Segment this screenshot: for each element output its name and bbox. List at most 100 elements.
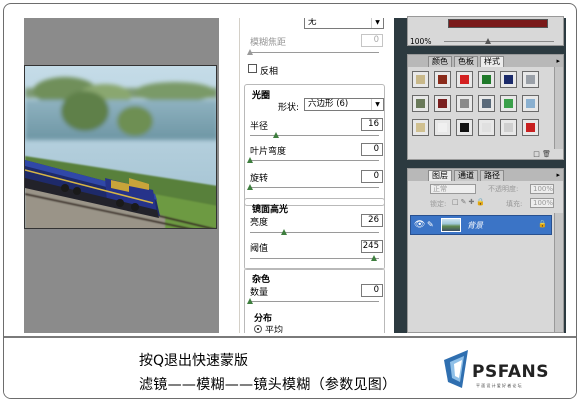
shape-select[interactable]: 六边形 (6) ▼ — [304, 98, 384, 111]
opacity-field[interactable]: 100% — [530, 184, 554, 194]
styles-tabbar: 颜色 色板 样式 ▸ — [408, 55, 563, 67]
swatch-color — [416, 123, 425, 132]
tab-channels[interactable]: 通道 — [454, 170, 478, 181]
new-style-icon[interactable]: □ — [533, 150, 540, 158]
radius-field[interactable]: 16 — [361, 118, 383, 131]
style-white-icon[interactable] — [434, 119, 451, 136]
rotation-slider[interactable] — [247, 184, 379, 190]
lock-pixels-icon[interactable]: ✎ — [461, 198, 469, 206]
style-crimson-icon[interactable] — [522, 119, 539, 136]
style-gray-icon[interactable] — [456, 95, 473, 112]
styles-scrollbar[interactable] — [554, 67, 563, 149]
radius-label: 半径 — [250, 122, 269, 132]
fill-field[interactable]: 100% — [530, 198, 554, 208]
threshold-label: 阈值 — [250, 244, 269, 254]
blade-curvature-field[interactable]: 0 — [361, 143, 383, 156]
layer-name[interactable]: 背景 — [467, 220, 483, 231]
swatch-color — [504, 75, 513, 84]
swatch-color — [460, 99, 469, 108]
uniform-radio[interactable] — [254, 325, 262, 333]
rotation-field[interactable]: 0 — [361, 170, 383, 183]
blade-curvature-thumb[interactable] — [247, 157, 253, 163]
style-pattern-icon[interactable] — [522, 71, 539, 88]
style-green-glow-icon[interactable] — [500, 95, 517, 112]
swatch-color — [416, 99, 425, 108]
brightness-field[interactable]: 26 — [361, 214, 383, 227]
psfans-logo: PSFANS 平面设计爱好者论坛 — [442, 348, 570, 396]
logo-text: PSFANS — [472, 362, 549, 382]
lock-all-icon[interactable]: 🔒 — [476, 198, 487, 206]
swatch-color — [438, 123, 447, 132]
brightness-slider[interactable] — [250, 229, 379, 235]
style-maroon-icon[interactable] — [434, 95, 451, 112]
style-outline-icon[interactable] — [478, 119, 495, 136]
swatch-color — [438, 75, 447, 84]
rotation-label: 旋转 — [250, 174, 269, 184]
amount-label: 数量 — [250, 288, 269, 298]
navigator-palette: 100% — [407, 16, 564, 46]
layer-row-background[interactable]: 👁 ✎ 背景 🔒 — [410, 215, 552, 235]
layers-palette: 图层 通道 路径 ▸ 正常 不透明度: 100% 锁定: □✎✚🔒 填充: 10… — [407, 168, 564, 333]
navigator-zoom-thumb[interactable] — [485, 38, 491, 44]
chevron-down-icon: ▼ — [371, 99, 383, 110]
right-palettes: 100% 颜色 色板 样式 ▸ □ 🗑 图层 通道 路径 ▸ 正常 不透明度: … — [404, 16, 566, 333]
swatch-color — [438, 99, 447, 108]
tab-swatches[interactable]: 色板 — [454, 56, 478, 67]
brightness-thumb[interactable] — [280, 229, 287, 235]
caption-line-1: 按Q退出快速蒙版 — [139, 353, 249, 369]
style-red-icon[interactable] — [434, 71, 451, 88]
blur-focal-slider[interactable] — [247, 49, 379, 55]
invert-checkbox[interactable] — [248, 64, 257, 73]
style-light-blue-icon[interactable] — [522, 95, 539, 112]
lock-icons: □✎✚🔒 — [452, 198, 487, 206]
style-blue-gray-icon[interactable] — [478, 95, 495, 112]
blur-focal-thumb[interactable] — [247, 49, 253, 55]
navigator-zoom-slider[interactable] — [444, 38, 554, 44]
tab-color[interactable]: 颜色 — [428, 56, 452, 67]
swatch-color — [504, 123, 513, 132]
lock-transparency-icon[interactable]: □ — [452, 198, 461, 206]
threshold-field[interactable]: 245 — [361, 240, 383, 253]
style-default-icon[interactable] — [412, 71, 429, 88]
style-black-icon[interactable] — [456, 119, 473, 136]
layers-scrollbar[interactable] — [554, 213, 563, 332]
threshold-thumb[interactable] — [370, 255, 377, 261]
swatch-color — [460, 123, 469, 132]
iris-source-select[interactable]: 无 ▼ — [304, 18, 384, 29]
blend-mode-select[interactable]: 正常 — [430, 184, 476, 194]
specular-title: 镜面高光 — [252, 205, 289, 215]
caption-area: 按Q退出快速蒙版 滤镜——模糊——镜头模糊（参数见图） PSFANS 平面设计爱… — [4, 336, 576, 398]
style-olive-icon[interactable] — [412, 95, 429, 112]
layer-thumbnail — [441, 218, 461, 232]
canvas-workarea — [24, 18, 219, 333]
style-green-icon[interactable] — [478, 71, 495, 88]
navigator-zoom[interactable]: 100% — [410, 37, 431, 46]
radius-thumb[interactable] — [272, 132, 279, 138]
palette-menu-icon[interactable]: ▸ — [556, 171, 560, 179]
blade-curvature-slider[interactable] — [247, 157, 379, 163]
chevron-down-icon: ▼ — [371, 18, 383, 28]
tab-paths[interactable]: 路径 — [480, 170, 504, 181]
blur-focal-field[interactable]: 0 — [361, 34, 383, 47]
style-frame-icon[interactable] — [500, 119, 517, 136]
style-tan-icon[interactable] — [412, 119, 429, 136]
threshold-slider[interactable] — [250, 255, 379, 261]
amount-thumb[interactable] — [247, 298, 253, 304]
swatch-color — [526, 99, 535, 108]
palette-menu-icon[interactable]: ▸ — [556, 57, 560, 65]
style-bright-red-icon[interactable] — [456, 71, 473, 88]
train-photo — [25, 66, 216, 228]
tab-layers[interactable]: 图层 — [428, 170, 452, 181]
blade-curvature-label: 叶片弯度 — [250, 147, 287, 157]
style-navy-icon[interactable] — [500, 71, 517, 88]
radius-slider[interactable] — [250, 132, 379, 138]
styles-footer-icons: □ 🗑 — [533, 150, 551, 158]
caption-line-2: 滤镜——模糊——镜头模糊（参数见图） — [139, 377, 397, 393]
rotation-thumb[interactable] — [247, 184, 253, 190]
screenshot-frame: 无 ▼ 模糊焦距 0 反相 光圈 形状: 六边形 (6) ▼ 半径 16 叶片弯… — [3, 3, 577, 399]
amount-slider[interactable] — [247, 298, 379, 304]
tab-styles[interactable]: 样式 — [480, 56, 504, 67]
amount-field[interactable]: 0 — [361, 284, 383, 297]
delete-style-icon[interactable]: 🗑 — [542, 150, 551, 158]
eye-icon[interactable]: 👁 — [414, 220, 425, 230]
